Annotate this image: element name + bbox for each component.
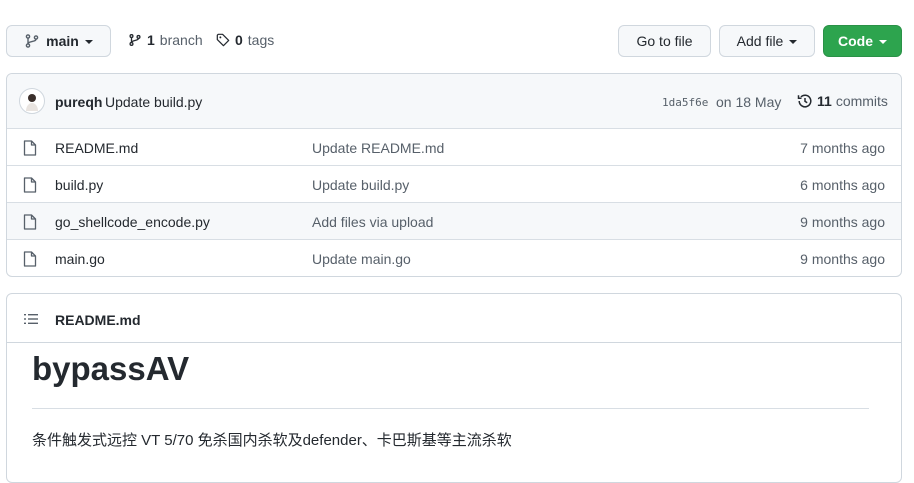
readme-filename[interactable]: README.md bbox=[55, 312, 141, 328]
file-commit-message[interactable]: Add files via upload bbox=[312, 214, 433, 230]
tag-icon bbox=[216, 33, 230, 47]
avatar[interactable] bbox=[19, 88, 45, 114]
file-name[interactable]: main.go bbox=[55, 251, 105, 267]
commit-author[interactable]: pureqh bbox=[55, 94, 102, 110]
git-branch-icon bbox=[129, 34, 141, 46]
commits-link[interactable]: 11 commits bbox=[797, 93, 888, 109]
file-listing: pureqh Update build.py 1da5f6e on 18 May… bbox=[6, 73, 902, 277]
file-commit-message[interactable]: Update README.md bbox=[312, 140, 444, 156]
file-age: 6 months ago bbox=[800, 176, 885, 193]
readme-description: 条件触发式远控 VT 5/70 免杀国内杀软及defender、卡巴斯基等主流杀… bbox=[32, 432, 512, 449]
file-name[interactable]: README.md bbox=[55, 140, 138, 156]
readme-title: bypassAV bbox=[32, 350, 190, 387]
chevron-down-icon bbox=[879, 40, 887, 44]
list-icon[interactable] bbox=[23, 311, 39, 327]
add-file-label: Add file bbox=[736, 33, 784, 49]
branch-count: 1 bbox=[147, 32, 155, 48]
git-branch-icon bbox=[25, 34, 39, 48]
title-divider bbox=[32, 408, 869, 409]
history-icon bbox=[797, 94, 812, 108]
chevron-down-icon bbox=[789, 40, 798, 44]
branch-name: main bbox=[46, 33, 79, 49]
branch-label: branch bbox=[159, 32, 203, 48]
file-age: 9 months ago bbox=[800, 250, 885, 267]
tags-link[interactable]: 0 tags bbox=[216, 32, 274, 48]
file-icon bbox=[23, 251, 37, 267]
user-avatar-icon bbox=[26, 94, 38, 111]
commit-count: 11 bbox=[817, 93, 832, 109]
file-commit-message[interactable]: Update main.go bbox=[312, 251, 411, 267]
file-name[interactable]: go_shellcode_encode.py bbox=[55, 214, 210, 230]
file-row[interactable]: main.go Update main.go 9 months ago bbox=[7, 239, 901, 277]
file-row[interactable]: build.py Update build.py 6 months ago bbox=[7, 165, 901, 203]
readme-panel: README.md bbox=[6, 293, 902, 483]
code-button[interactable]: Code bbox=[823, 25, 902, 57]
add-file-button[interactable]: Add file bbox=[719, 25, 815, 57]
go-to-file-label: Go to file bbox=[636, 33, 693, 49]
file-row[interactable]: go_shellcode_encode.py Add files via upl… bbox=[7, 202, 901, 240]
latest-commit-bar: pureqh Update build.py 1da5f6e on 18 May… bbox=[7, 74, 901, 129]
commit-message[interactable]: Update build.py bbox=[105, 94, 202, 110]
commit-hash[interactable]: 1da5f6e bbox=[662, 96, 708, 109]
file-icon bbox=[23, 140, 37, 156]
file-row[interactable]: README.md Update README.md 7 months ago bbox=[7, 128, 901, 166]
file-age: 7 months ago bbox=[800, 139, 885, 156]
go-to-file-button[interactable]: Go to file bbox=[618, 25, 711, 57]
file-commit-message[interactable]: Update build.py bbox=[312, 177, 409, 193]
commit-date: on 18 May bbox=[716, 94, 782, 110]
tag-label: tags bbox=[247, 32, 275, 48]
branch-select-button[interactable]: main bbox=[6, 25, 111, 57]
file-age: 9 months ago bbox=[800, 213, 885, 230]
branches-link[interactable]: 1 branch bbox=[128, 32, 203, 48]
file-icon bbox=[23, 177, 37, 193]
tag-count: 0 bbox=[235, 32, 243, 48]
file-name[interactable]: build.py bbox=[55, 177, 103, 193]
commit-count-label: commits bbox=[835, 93, 888, 109]
file-icon bbox=[23, 214, 37, 230]
chevron-down-icon bbox=[84, 40, 93, 44]
readme-header: README.md bbox=[7, 294, 901, 343]
code-label: Code bbox=[838, 33, 873, 49]
